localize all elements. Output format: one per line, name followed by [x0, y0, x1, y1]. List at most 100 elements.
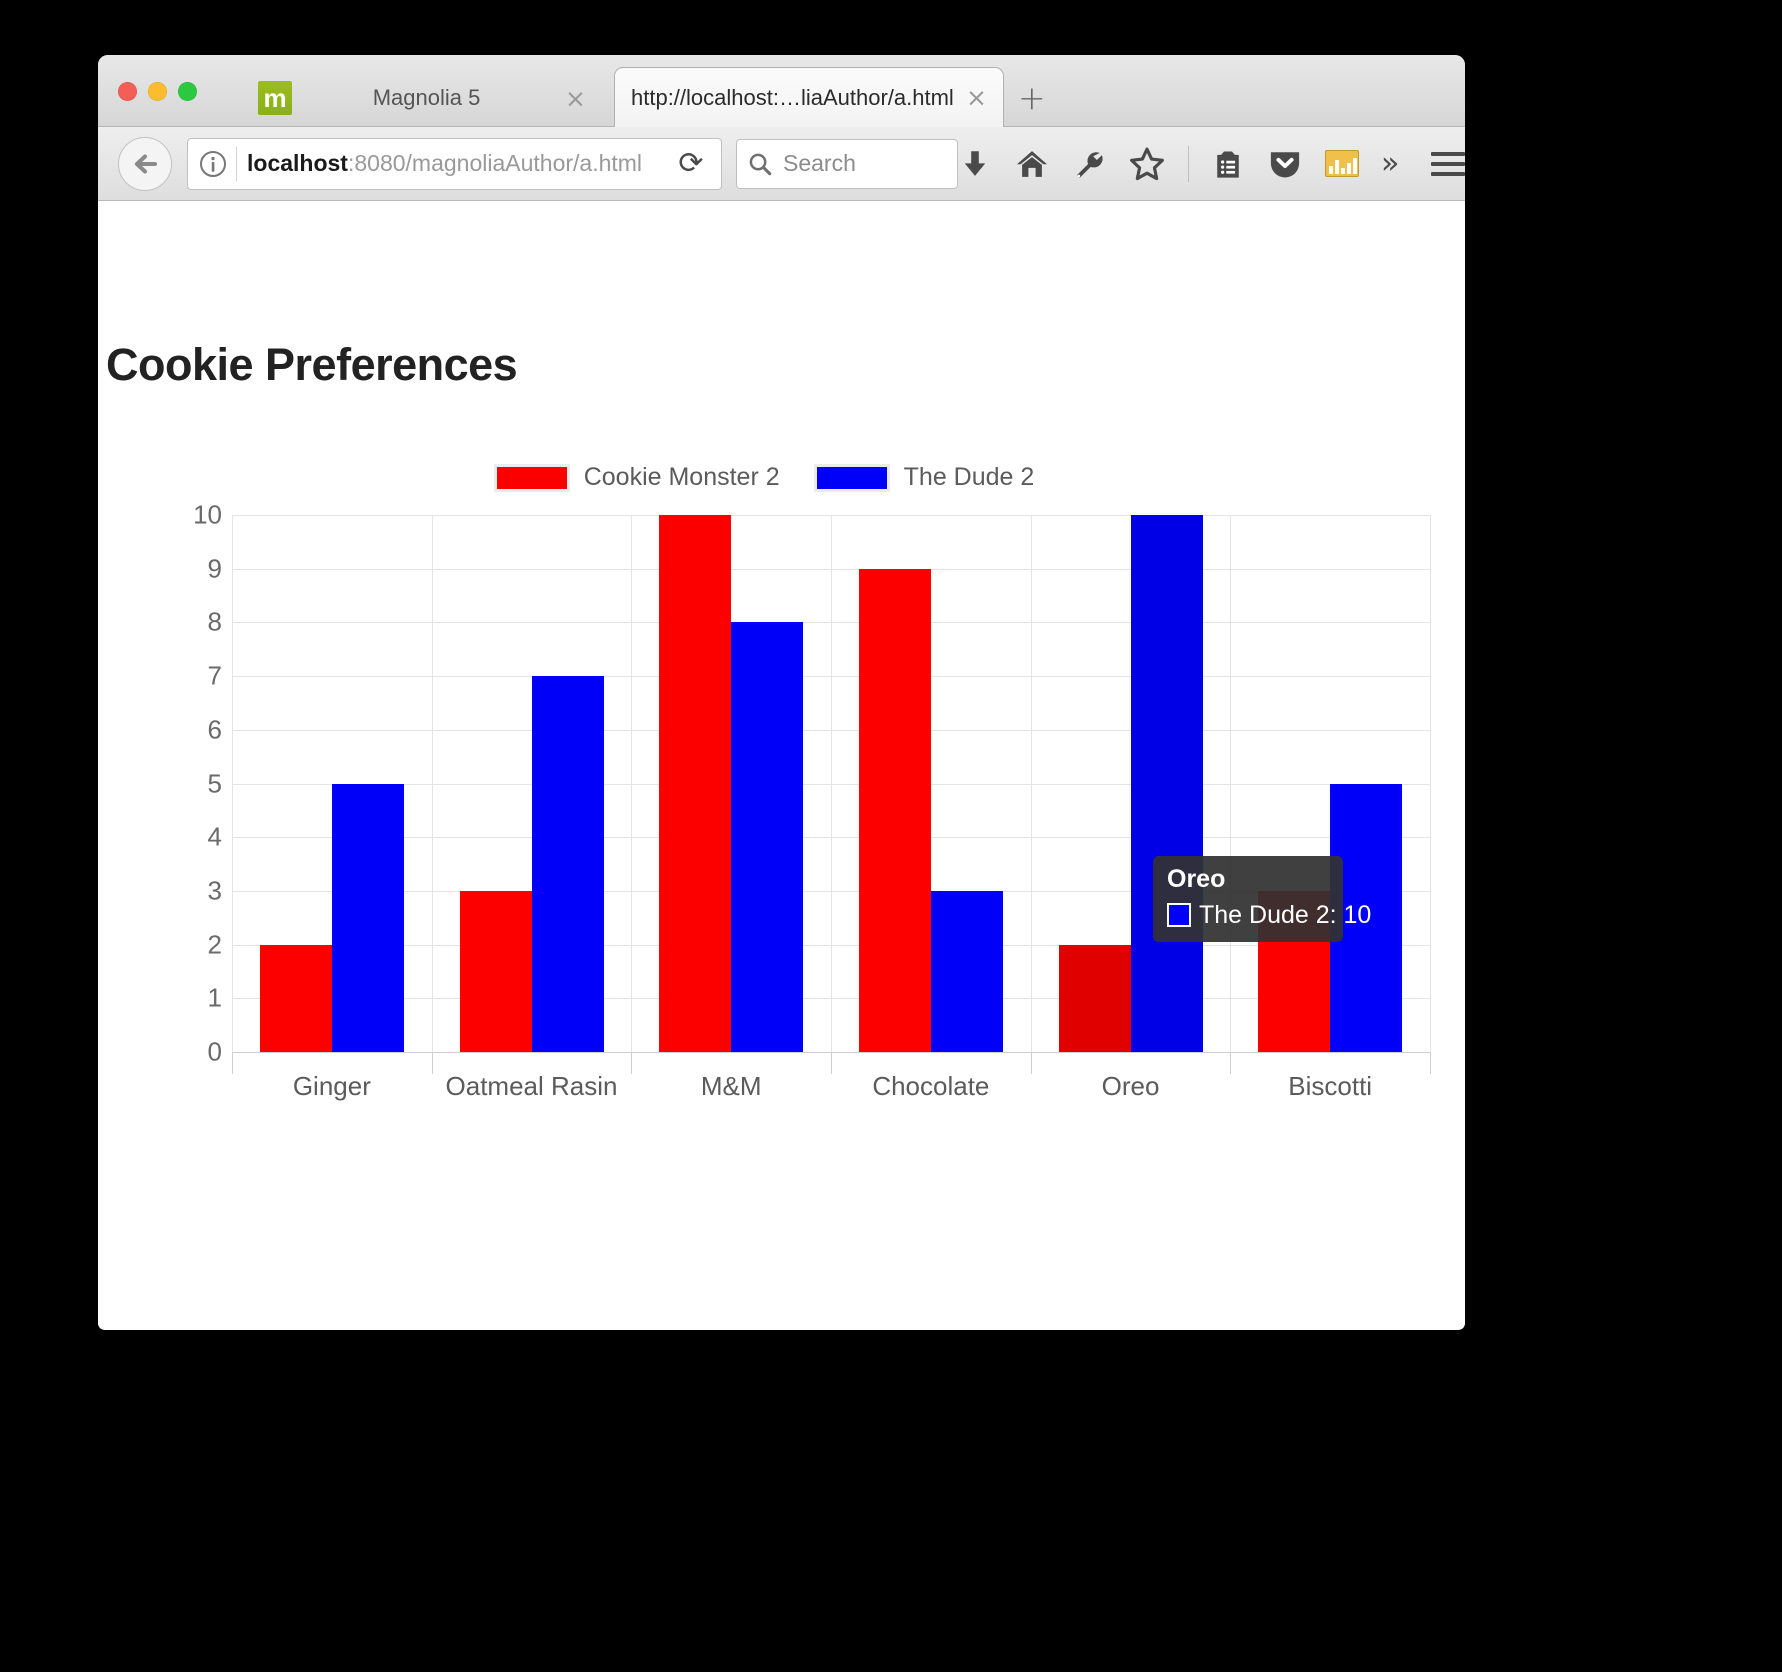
x-axis-tick-label: Ginger	[292, 1071, 371, 1101]
navigation-toolbar: localhost:8080/magnoliaAuthor/a.html ⟳ S…	[98, 127, 1465, 201]
x-axis-tick-mark	[1430, 1052, 1431, 1074]
bar-oreo-series-1[interactable]	[1058, 944, 1131, 1052]
y-axis-tick-label: 5	[207, 768, 222, 798]
bar-oreo-series-2[interactable]	[1130, 515, 1203, 1052]
tooltip-series-swatch	[1167, 903, 1191, 928]
chart-legend: Cookie Monster 2 The Dude 2	[98, 463, 1430, 492]
chart-plot-area	[232, 515, 1431, 1053]
hamburger-menu-icon[interactable]	[1431, 151, 1465, 176]
page-info-icon[interactable]	[198, 149, 228, 179]
magnolia-favicon-icon: m	[258, 81, 292, 115]
x-axis-tick-label: Oatmeal Rasin	[445, 1071, 618, 1101]
url-path: :8080/magnoliaAuthor/a.html	[347, 150, 643, 176]
y-axis-tick-label: 10	[193, 499, 222, 530]
minimize-window-button[interactable]	[148, 82, 167, 101]
tooltip-row: The Dude 2: 10	[1167, 901, 1371, 930]
search-input[interactable]: Search	[736, 138, 958, 189]
page-title: Cookie Preferences	[106, 339, 518, 391]
home-button[interactable]	[1014, 146, 1050, 182]
url-bar[interactable]: localhost:8080/magnoliaAuthor/a.html ⟳	[187, 137, 722, 190]
wrench-icon	[1077, 151, 1103, 178]
toolbar-separator	[1188, 145, 1189, 182]
y-axis-tick-label: 8	[207, 606, 222, 637]
bar-group-oreo	[1031, 515, 1231, 1052]
y-axis-tick-label: 3	[207, 875, 222, 906]
bar-group-biscotti	[1230, 515, 1430, 1052]
bookmark-button[interactable]	[1128, 145, 1166, 183]
chart-icon	[1325, 150, 1359, 177]
y-axis-tick-label: 7	[207, 660, 222, 691]
pocket-button[interactable]	[1267, 146, 1303, 182]
legend-entry-2[interactable]: The Dude 2	[813, 463, 1035, 492]
page-content: Cookie Preferences Cookie Monster 2 The D…	[98, 201, 1465, 1329]
back-arrow-icon	[134, 154, 157, 173]
home-icon	[1017, 150, 1047, 177]
hamburger-bar	[1431, 171, 1465, 176]
zoom-window-button[interactable]	[178, 82, 197, 101]
x-axis-tick-label: M&M	[700, 1071, 762, 1101]
window-controls	[118, 82, 197, 101]
close-tab-icon[interactable]: ×	[962, 85, 991, 110]
tab-localhost-a-html[interactable]: http://localhost:…liaAuthor/a.html ×	[614, 67, 1004, 127]
download-button[interactable]	[958, 147, 992, 181]
search-placeholder: Search	[783, 150, 856, 176]
bar-ginger-series-1[interactable]	[259, 944, 332, 1052]
star-icon	[1130, 147, 1164, 180]
tab-title: http://localhost:…liaAuthor/a.html	[631, 84, 954, 110]
y-axis-tick-label: 6	[207, 714, 222, 745]
bar-oatmeal-rasin-series-2[interactable]	[531, 676, 604, 1052]
tab-title: Magnolia 5	[372, 85, 481, 110]
legend-label: Cookie Monster 2	[583, 463, 780, 491]
close-window-button[interactable]	[118, 82, 137, 101]
bar-group-oatmeal-rasin	[432, 515, 632, 1052]
new-tab-button[interactable]: +	[1018, 81, 1046, 114]
bar-chocolate-series-2[interactable]	[930, 890, 1003, 1052]
legend-entry-1[interactable]: Cookie Monster 2	[493, 463, 780, 492]
y-axis-tick-label: 0	[207, 1036, 222, 1067]
bar-chart: Cookie Monster 2 The Dude 2 Ginger Oatmeal…	[98, 463, 1465, 1163]
info-circle-icon	[199, 150, 227, 177]
legend-label: The Dude 2	[903, 463, 1035, 491]
y-axis-tick-label: 2	[207, 929, 222, 960]
y-axis-tick-label: 4	[207, 821, 222, 852]
x-axis-labels: Ginger Oatmeal Rasin M&M Chocolate Oreo Bisco…	[232, 1071, 1430, 1102]
hamburger-bar	[1431, 161, 1465, 166]
pocket-icon	[1270, 151, 1300, 177]
legend-swatch	[813, 463, 890, 492]
hamburger-bar	[1431, 151, 1465, 156]
tab-strip: m Magnolia 5 × http://localhost:…liaAuth…	[98, 55, 1465, 127]
tooltip-title: Oreo	[1167, 865, 1226, 893]
bar-m-m-series-2[interactable]	[731, 622, 804, 1052]
reading-list-button[interactable]	[1211, 147, 1245, 181]
url-text: localhost:8080/magnoliaAuthor/a.html	[247, 150, 667, 177]
toolbar-icon-group: »	[958, 145, 1465, 183]
x-axis-tick-label: Biscotti	[1288, 1071, 1373, 1101]
chart-extension-button[interactable]	[1325, 150, 1359, 177]
chart-bars	[232, 515, 1430, 1052]
reader-clipboard-icon	[1217, 151, 1239, 178]
overflow-chevron-icon[interactable]: »	[1381, 148, 1399, 179]
x-axis-tick-label: Chocolate	[872, 1071, 990, 1101]
bar-group-chocolate	[831, 515, 1031, 1052]
bar-m-m-series-1[interactable]	[659, 515, 732, 1052]
y-axis-tick-label: 9	[207, 553, 222, 584]
chart-tooltip: Oreo The Dude 2: 10	[1153, 856, 1371, 942]
url-divider	[236, 146, 237, 181]
reload-button[interactable]: ⟳	[667, 140, 715, 188]
developer-tools-button[interactable]	[1072, 147, 1106, 181]
bar-ginger-series-2[interactable]	[331, 783, 404, 1052]
tab-magnolia-5[interactable]: m Magnolia 5 ×	[244, 69, 604, 127]
download-icon	[964, 150, 986, 176]
bar-oatmeal-rasin-series-1[interactable]	[459, 890, 532, 1052]
back-button[interactable]	[118, 136, 172, 191]
bar-group-ginger	[232, 515, 432, 1052]
browser-window: m Magnolia 5 × http://localhost:…liaAuth…	[98, 55, 1465, 1330]
url-host: localhost	[247, 150, 348, 176]
bar-chocolate-series-1[interactable]	[858, 568, 931, 1052]
close-tab-icon[interactable]: ×	[561, 86, 590, 111]
search-icon	[749, 153, 772, 175]
tooltip-series-value: The Dude 2: 10	[1199, 900, 1372, 929]
y-axis-tick-label: 1	[207, 982, 222, 1013]
bar-group-m-m	[631, 515, 831, 1052]
x-axis-tick-label: Oreo	[1101, 1071, 1160, 1101]
